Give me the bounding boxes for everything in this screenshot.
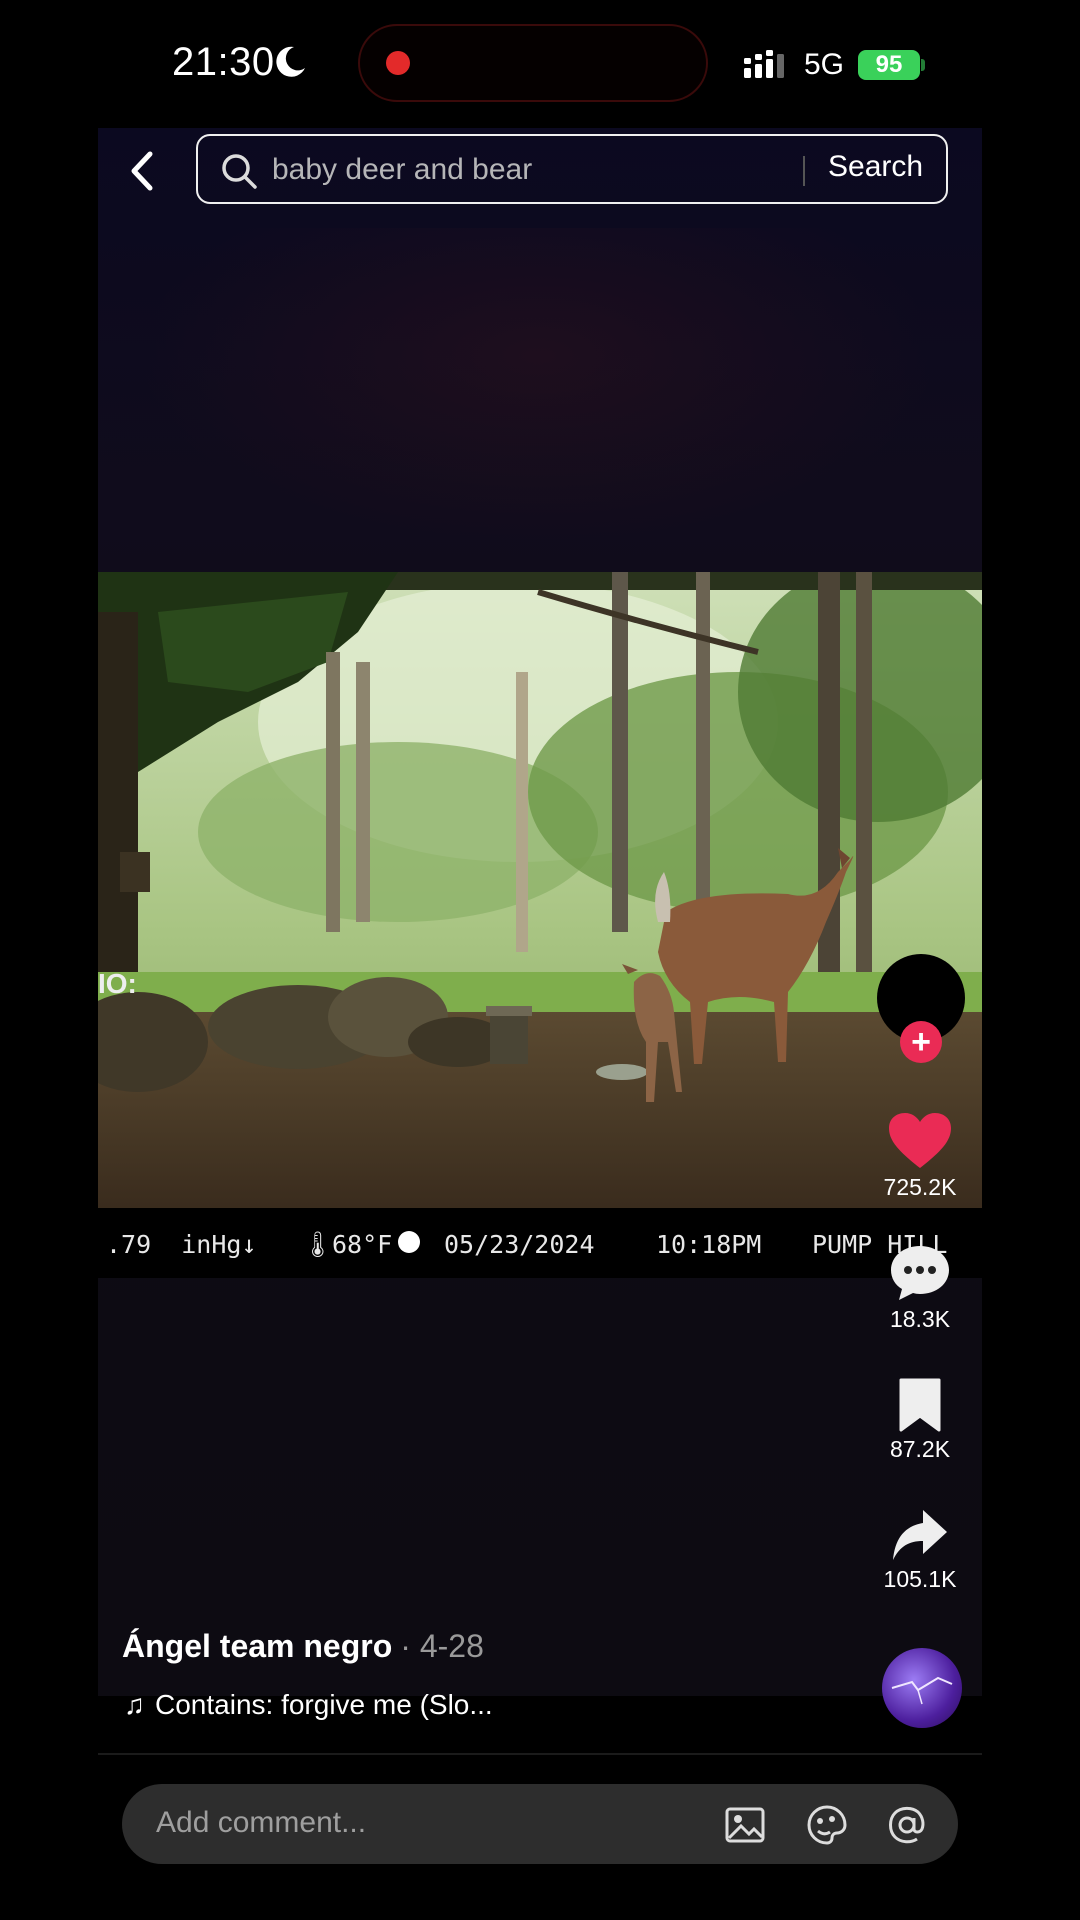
search-button[interactable]: Search — [828, 150, 923, 184]
share-icon — [893, 1510, 947, 1560]
video-frame[interactable] — [98, 572, 982, 1278]
author-name[interactable]: Ángel team negro — [122, 1628, 392, 1664]
overlay-edge-text: IO: — [98, 968, 137, 999]
status-bar: 21:30 5G 95 — [0, 0, 1080, 130]
post-author-line: Ángel team negro · 4-28 — [122, 1628, 484, 1665]
music-note-icon: ♫ — [124, 1689, 145, 1720]
trail-camera-image — [98, 572, 982, 1278]
trail-camera-overlay: .79 inHg↓ 🌡 68°F 05/23/2024 10:18PM PUMP… — [98, 1212, 982, 1276]
battery-tip — [921, 59, 925, 71]
comment-action[interactable]: 18.3K — [870, 1244, 970, 1333]
overlay-temperature: 68°F — [332, 1230, 393, 1259]
status-time: 21:30 — [172, 40, 275, 84]
search-divider — [803, 156, 805, 186]
like-count: 725.2K — [883, 1174, 957, 1200]
like-action[interactable]: 725.2K — [870, 1112, 970, 1201]
comment-bar[interactable]: Add comment... — [122, 1784, 958, 1864]
comment-input[interactable]: Add comment... — [156, 1806, 366, 1840]
image-icon[interactable] — [724, 1804, 766, 1846]
battery-level: 95 — [875, 51, 903, 78]
search-bar[interactable]: baby deer and bear Search — [196, 134, 948, 204]
signal-icon — [744, 50, 784, 78]
overlay-pressure: .79 inHg↓ — [106, 1230, 257, 1259]
overlay-time: 10:18PM — [656, 1230, 762, 1259]
search-icon — [222, 154, 257, 189]
heart-icon — [889, 1113, 951, 1168]
recording-indicator — [386, 51, 410, 75]
save-count: 87.2K — [889, 1436, 951, 1462]
battery-indicator: 95 — [858, 50, 920, 80]
save-action[interactable]: 87.2K — [870, 1378, 970, 1463]
music-title: Contains: forgive me (Slo... — [155, 1689, 493, 1720]
emoji-icon[interactable] — [806, 1804, 848, 1846]
comment-icon — [891, 1246, 949, 1300]
dynamic-island — [358, 24, 708, 102]
network-label: 5G — [804, 48, 845, 81]
share-count: 105.1K — [883, 1566, 957, 1592]
overlay-moon-phase-icon — [398, 1231, 420, 1253]
search-input[interactable]: baby deer and bear — [272, 153, 532, 187]
follow-button[interactable]: + — [900, 1021, 942, 1063]
share-action[interactable]: 105.1K — [870, 1508, 970, 1593]
moon-icon — [276, 46, 305, 77]
bookmark-icon — [899, 1378, 941, 1432]
overlay-date: 05/23/2024 — [444, 1230, 595, 1259]
overlay-thermometer-icon: 🌡 — [302, 1230, 334, 1259]
lightning-artwork — [891, 1676, 953, 1705]
post-date: · 4-28 — [400, 1628, 484, 1664]
mention-icon[interactable] — [886, 1804, 928, 1846]
back-icon[interactable] — [118, 146, 168, 196]
comment-count: 18.3K — [889, 1306, 951, 1332]
music-line[interactable]: ♫ Contains: forgive me (Slo... — [124, 1689, 493, 1721]
divider — [98, 1753, 982, 1755]
music-disc[interactable] — [882, 1648, 962, 1728]
